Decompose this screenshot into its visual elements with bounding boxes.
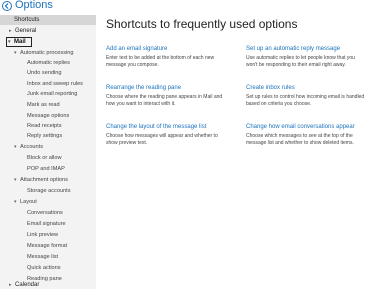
sidebar-item-block-or-allow[interactable]: Block or allow bbox=[0, 153, 96, 163]
sidebar-item-label: General bbox=[15, 28, 37, 34]
tile-description: Set up rules to control how incoming ema… bbox=[246, 94, 365, 107]
sidebar-item-storage-accounts[interactable]: Storage accounts bbox=[0, 186, 96, 196]
sidebar-group-automatic-processing[interactable]: ▾ Automatic processing bbox=[0, 48, 96, 58]
tile-description: Choose how messages will appear and whet… bbox=[106, 133, 218, 146]
sidebar-item-undo-sending[interactable]: Undo sending bbox=[0, 68, 96, 78]
shortcut-tile: Rearrange the reading pane Choose where … bbox=[106, 84, 226, 108]
sidebar-item-label: Automatic processing bbox=[20, 50, 74, 56]
sidebar-group-layout[interactable]: ▾ Layout bbox=[0, 197, 96, 207]
sidebar-item-label: Read receipts bbox=[27, 123, 62, 129]
sidebar-group-accounts[interactable]: ▾ Accounts bbox=[0, 142, 96, 152]
sidebar-item-label: Mail bbox=[14, 39, 26, 45]
sidebar-item-label: Message format bbox=[27, 243, 68, 249]
sidebar-item-label: Layout bbox=[20, 199, 37, 205]
sidebar-item-label: Inbox and sweep rules bbox=[27, 81, 83, 87]
sidebar-item-label: Conversations bbox=[27, 210, 63, 216]
sidebar-item-automatic-replies[interactable]: Automatic replies bbox=[0, 58, 96, 68]
sidebar-item-label: Undo sending bbox=[27, 70, 62, 76]
sidebar-item-label: Message list bbox=[27, 254, 59, 260]
page-title: Options bbox=[15, 0, 53, 11]
sidebar-item-mark-as-read[interactable]: Mark as read bbox=[0, 100, 96, 110]
sidebar-item-label: Automatic replies bbox=[27, 60, 70, 66]
sidebar-item-general[interactable]: ▸ General bbox=[0, 26, 96, 36]
sidebar-item-junk-email-reporting[interactable]: Junk email reporting bbox=[0, 89, 96, 99]
shortcut-tile: Set up an automatic reply message Use au… bbox=[246, 45, 366, 69]
sidebar-item-reply-settings[interactable]: Reply settings bbox=[0, 131, 96, 141]
sidebar-item-conversations[interactable]: Conversations bbox=[0, 208, 96, 218]
back-arrow-icon[interactable] bbox=[2, 1, 12, 11]
shortcut-tile: Change the layout of the message list Ch… bbox=[106, 123, 226, 147]
sidebar-item-label: Reply settings bbox=[27, 133, 63, 139]
automatic-reply-link[interactable]: Set up an automatic reply message bbox=[246, 45, 366, 53]
sidebar-item-label: Block or allow bbox=[27, 155, 62, 161]
shortcut-tile: Add an email signature Enter text to be … bbox=[106, 45, 226, 69]
sidebar-item-pop-imap[interactable]: POP and IMAP bbox=[0, 164, 96, 174]
sidebar-item-mail[interactable]: ▾ Mail bbox=[6, 37, 32, 47]
add-email-signature-link[interactable]: Add an email signature bbox=[106, 45, 226, 53]
sidebar-item-message-options[interactable]: Message options bbox=[0, 111, 96, 121]
sidebar-item-label: POP and IMAP bbox=[27, 166, 65, 172]
sidebar-group-attachment-options[interactable]: ▾ Attachment options bbox=[0, 175, 96, 185]
sidebar-item-read-receipts[interactable]: Read receipts bbox=[0, 121, 96, 131]
sidebar-item-label: Junk email reporting bbox=[27, 91, 78, 97]
sidebar-item-label: Message options bbox=[27, 113, 70, 119]
tile-description: Choose which messages to see at the top … bbox=[246, 133, 354, 146]
sidebar-item-label: Link preview bbox=[27, 232, 59, 238]
shortcut-tile: Create inbox rules Set up rules to contr… bbox=[246, 84, 366, 108]
sidebar-item-label: Email signature bbox=[27, 221, 66, 227]
change-conversations-link[interactable]: Change how email conversations appear bbox=[246, 123, 366, 131]
sidebar-item-inbox-sweep-rules[interactable]: Inbox and sweep rules bbox=[0, 79, 96, 89]
sidebar-item-label: Accounts bbox=[20, 144, 44, 150]
sidebar-item-label: Shortcuts bbox=[14, 17, 40, 23]
sidebar-item-shortcuts[interactable]: Shortcuts bbox=[0, 15, 96, 25]
sidebar-item-label: Storage accounts bbox=[27, 188, 71, 194]
shortcut-tile: Change how email conversations appear Ch… bbox=[246, 123, 366, 147]
sidebar-item-message-list[interactable]: Message list bbox=[0, 252, 96, 262]
sidebar-item-message-format[interactable]: Message format bbox=[0, 241, 96, 251]
sidebar-item-label: Quick actions bbox=[27, 265, 61, 271]
tile-description: Use automatic replies to let people know… bbox=[246, 55, 355, 68]
sidebar-item-quick-actions[interactable]: Quick actions bbox=[0, 263, 96, 273]
change-message-list-layout-link[interactable]: Change the layout of the message list bbox=[106, 123, 226, 131]
create-inbox-rules-link[interactable]: Create inbox rules bbox=[246, 84, 366, 92]
sidebar-item-label: Attachment options bbox=[20, 177, 68, 183]
sidebar-item-email-signature[interactable]: Email signature bbox=[0, 219, 96, 229]
tile-description: Choose where the reading pane appears in… bbox=[106, 94, 223, 107]
sidebar-item-label: Calendar bbox=[15, 282, 40, 288]
header: Options bbox=[0, 0, 369, 14]
sidebar-item-label: Mark as read bbox=[27, 102, 60, 108]
rearrange-reading-pane-link[interactable]: Rearrange the reading pane bbox=[106, 84, 226, 92]
sidebar-item-link-preview[interactable]: Link preview bbox=[0, 230, 96, 240]
tile-description: Enter text to be added at the bottom of … bbox=[106, 55, 215, 68]
main-title: Shortcuts to frequently used options bbox=[106, 17, 298, 31]
sidebar: Shortcuts ▸ General ▾ Mail ▾ Automatic proc… bbox=[0, 15, 96, 289]
